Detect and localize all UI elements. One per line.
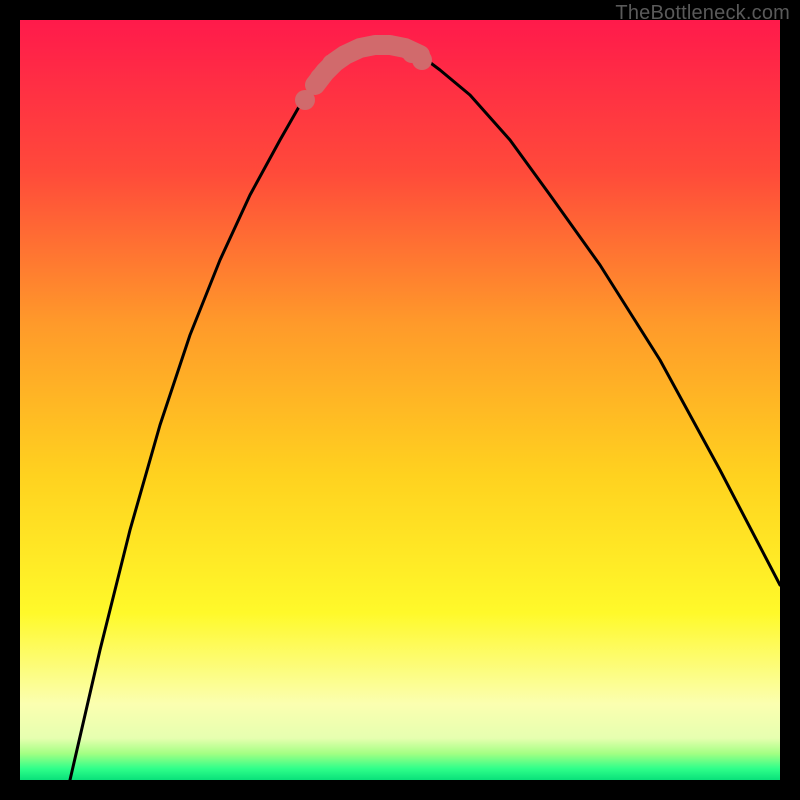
highlight-marker xyxy=(295,90,315,110)
highlight-marker xyxy=(412,50,432,70)
gradient-background xyxy=(20,20,780,780)
highlight-marker xyxy=(322,54,342,74)
chart-frame: TheBottleneck.com xyxy=(0,0,800,800)
plot-area xyxy=(20,20,780,780)
bottleneck-chart xyxy=(20,20,780,780)
